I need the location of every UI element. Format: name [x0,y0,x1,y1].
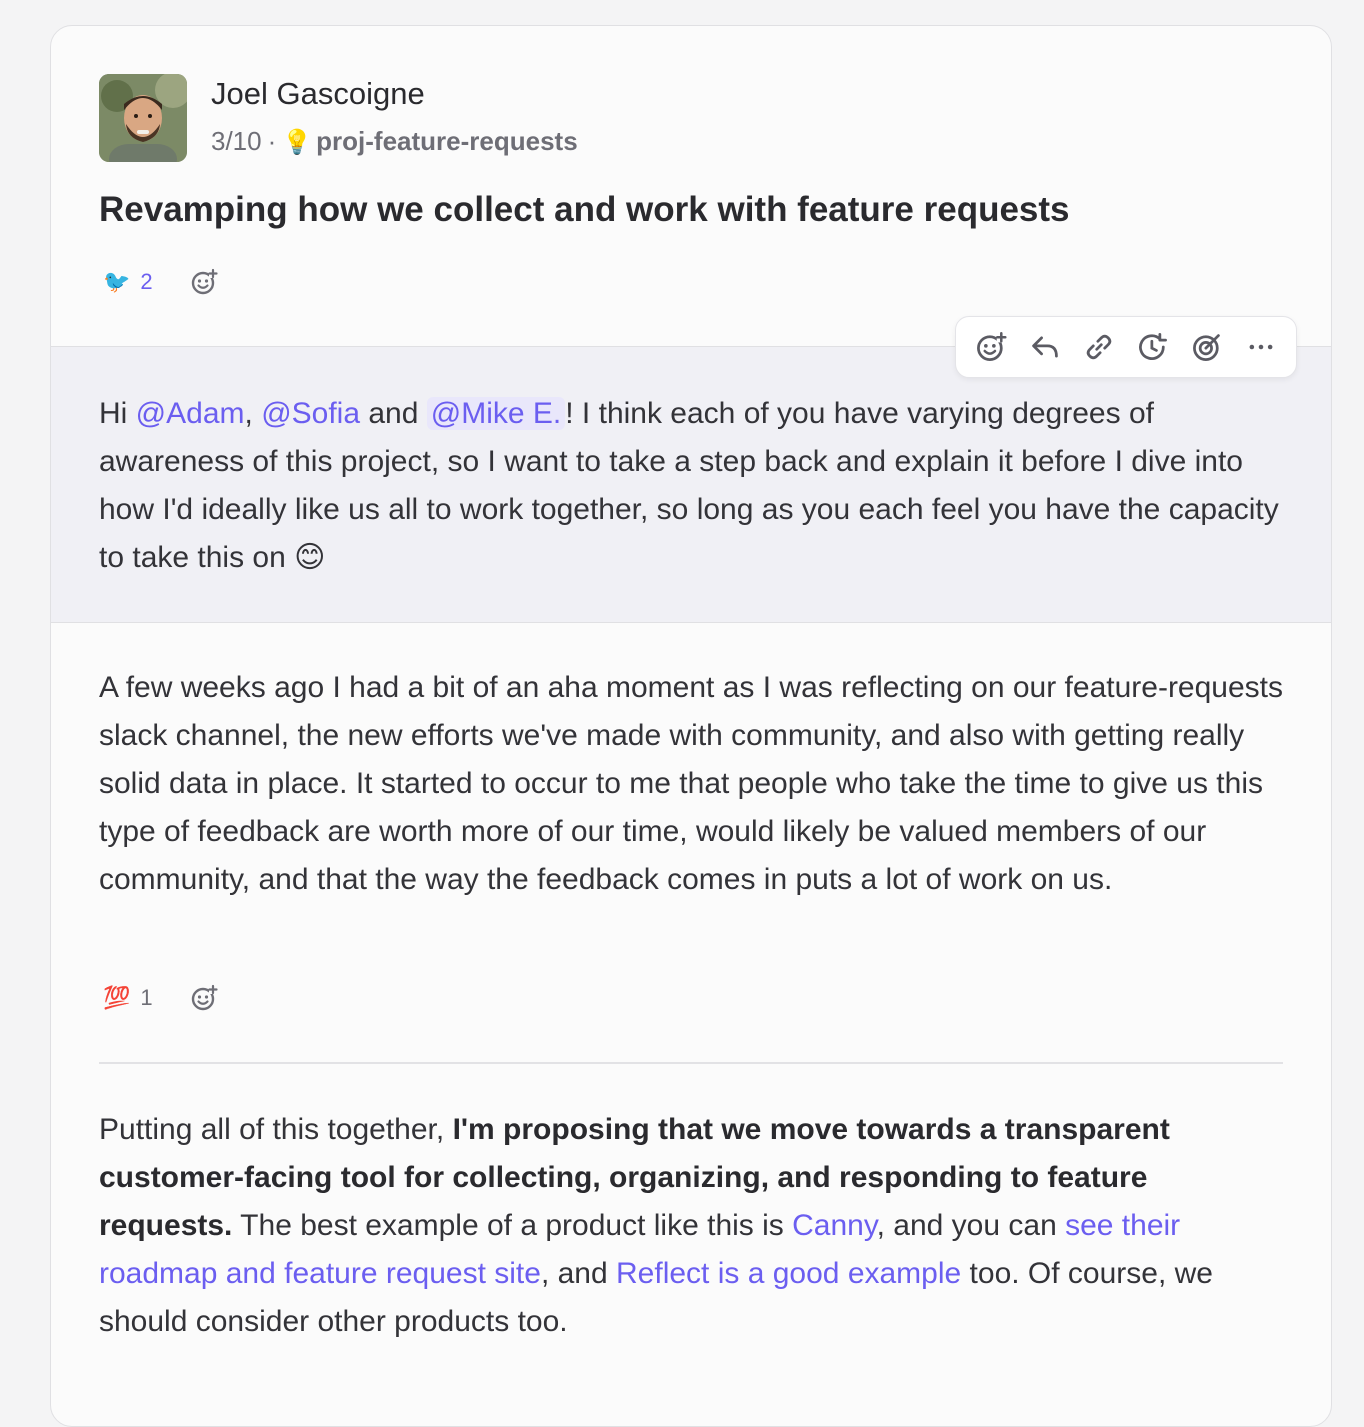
message-text: , and you can [876,1209,1066,1242]
post-date[interactable]: 3/10 [211,126,262,156]
more-options-button[interactable] [1241,327,1281,367]
canny-link[interactable]: Canny [792,1209,877,1242]
message-text: , [244,397,253,430]
author-name[interactable]: Joel Gascoigne [211,76,425,112]
bird-emoji-icon: 🐦 [103,269,131,294]
message-reactions: 💯 1 [103,978,219,1018]
add-reaction-icon [191,268,218,295]
message-text: , and [540,1257,617,1290]
mention-mike-e[interactable]: @Mike E. [426,397,566,430]
reaction-pill[interactable]: 💯 1 [103,985,153,1011]
remind-icon [1139,333,1167,360]
mention-adam[interactable]: @Adam [136,397,245,430]
add-reaction-icon [191,984,218,1011]
channel-name[interactable]: proj-feature-requests [316,126,578,156]
reaction-count: 2 [140,269,153,294]
add-reaction-icon [977,332,1007,361]
copy-link-button[interactable] [1079,327,1119,367]
message-actions-toolbar [955,316,1297,378]
avatar-photo-icon [99,74,187,162]
mention-sofia[interactable]: @Sofia [261,397,360,430]
add-reaction-button[interactable] [189,267,219,297]
focus-button[interactable] [1187,327,1227,367]
link-icon [1086,334,1112,360]
message-text: and [368,397,419,430]
message-body-3: Putting all of this together, I'm propos… [99,1106,1289,1346]
smiling-face-emoji: 😊 [294,541,326,574]
message-text: Hi [99,397,136,430]
reply-icon [1032,336,1058,358]
focus-target-icon [1193,334,1220,361]
remind-me-button[interactable] [1133,327,1173,367]
lightbulb-icon: 💡 [282,129,313,156]
message-thread-card: Joel Gascoigne 3/10 · 💡 proj-feature-reques… [50,25,1332,1427]
message-text: Putting all of this together, [99,1113,453,1146]
reflect-link[interactable]: Reflect is a good example [616,1257,961,1290]
add-reaction-button[interactable] [971,327,1011,367]
message-body-2: A few weeks ago I had a bit of an aha mo… [99,671,1284,896]
reaction-count: 1 [140,985,153,1010]
post-title: Revamping how we collect and work with f… [99,190,1070,229]
avatar[interactable] [99,74,187,162]
reply-button[interactable] [1025,327,1065,367]
add-reaction-button[interactable] [189,983,219,1013]
message-text: The best example of a product like this … [232,1209,793,1242]
section-divider [99,1062,1283,1064]
post-meta: 3/10 · 💡 proj-feature-requests [211,126,578,157]
hundred-points-emoji-icon: 💯 [103,985,131,1010]
reaction-pill[interactable]: 🐦 2 [103,269,153,295]
message-body-1: Hi @Adam, @Sofia and @Mike E.! I think e… [99,390,1289,582]
meta-separator: · [267,126,277,156]
more-icon [1249,344,1273,350]
post-reactions: 🐦 2 [103,262,219,302]
